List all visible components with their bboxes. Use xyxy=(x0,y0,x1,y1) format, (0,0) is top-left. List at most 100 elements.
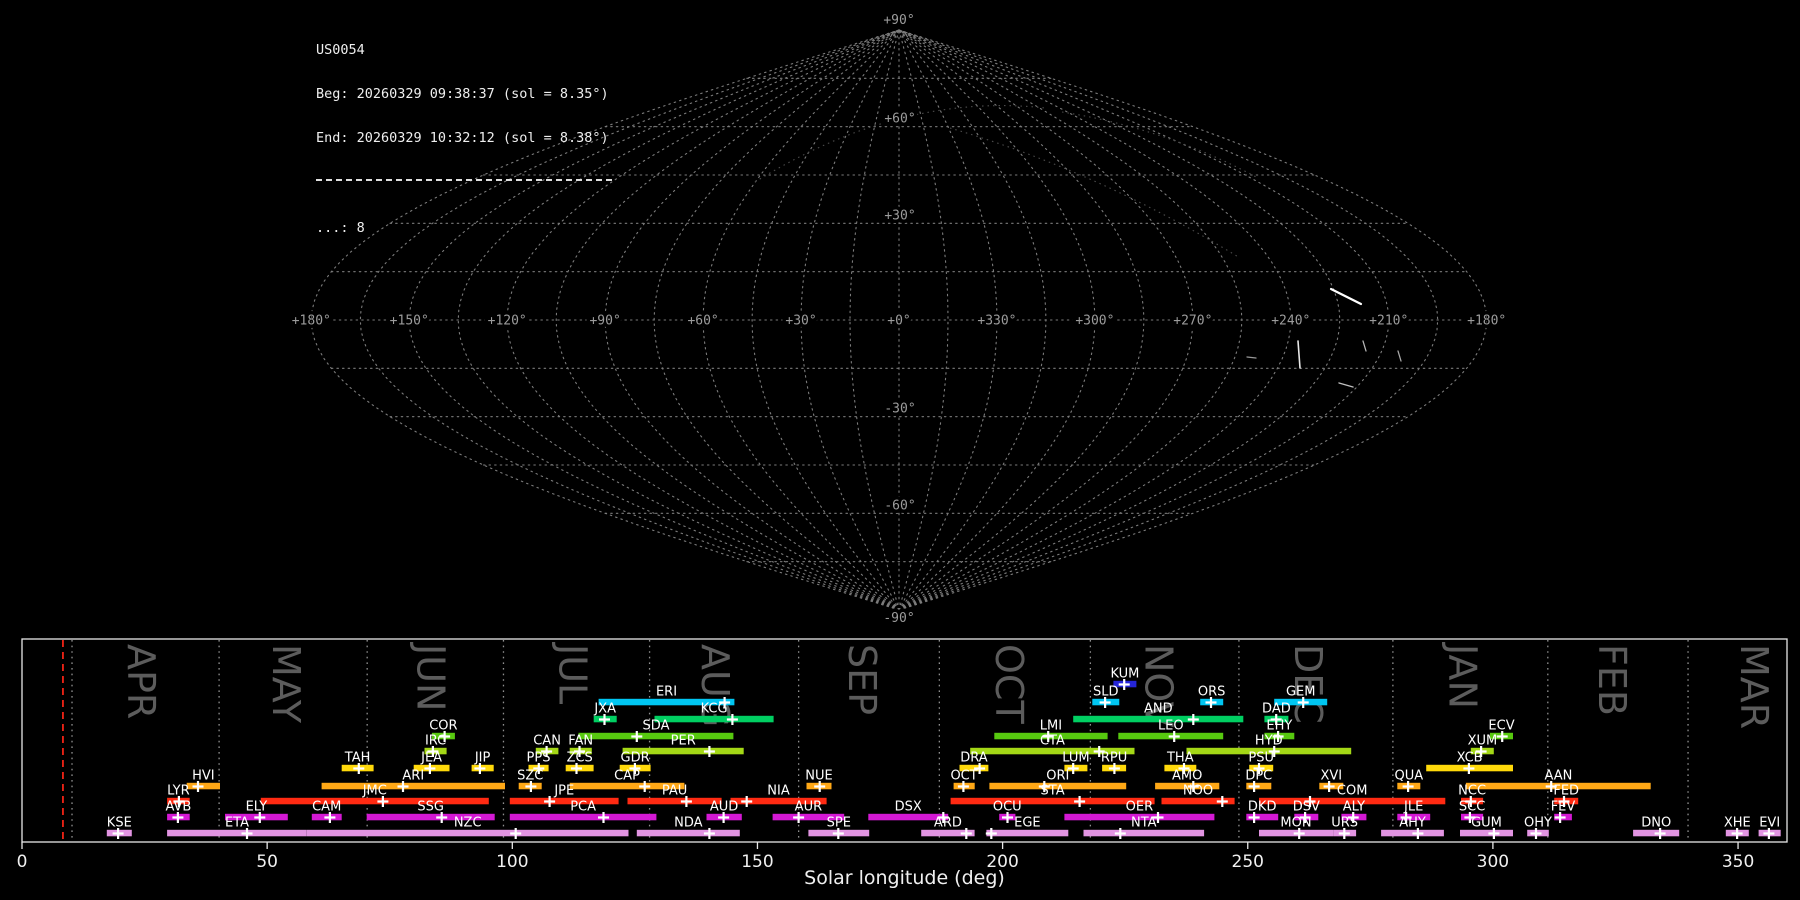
shower-code-label: KCG xyxy=(701,702,728,717)
x-axis-tick-label: 250 xyxy=(1232,852,1264,872)
shower-TAH: TAH xyxy=(342,751,374,775)
shower-row-9: KSEETANZCNDASPEARDEGENTAMONURSAHYGUMOHYD… xyxy=(107,816,1781,840)
x-axis-tick-label: 0 xyxy=(17,852,28,872)
activity-chart: APRMAYJUNJULAUGSEPOCTNOVDECJANFEBMARKUME… xyxy=(17,639,1787,889)
shower-code-label: DNO xyxy=(1641,816,1671,831)
shower-peak-cross xyxy=(1217,796,1228,807)
shower-code-label: KSE xyxy=(107,816,132,831)
shower-code-label: NTA xyxy=(1131,816,1157,831)
shower-row-6: HVIARISZCCAPNUEOCTORIAMODPCXVIQUAAAN xyxy=(187,769,1651,793)
end-time-line: End: 20260329 10:32:12 (sol = 8.38°) xyxy=(316,131,612,146)
pole-label-south: -90° xyxy=(883,611,914,626)
shower-code-label: DKD xyxy=(1248,800,1277,815)
longitude-label: +300° xyxy=(1075,314,1114,329)
shower-bar xyxy=(307,830,629,837)
shower-code-label: NDA xyxy=(674,816,703,831)
shower-code-label: PSU xyxy=(1248,751,1274,766)
shower-code-label: PER xyxy=(671,734,696,749)
shower-URS: URS xyxy=(1331,816,1358,840)
longitude-label: +0° xyxy=(887,314,910,329)
shower-code-label: ERI xyxy=(656,685,677,700)
shower-code-label: NOO xyxy=(1183,784,1213,799)
shower-code-label: SCC xyxy=(1459,800,1485,815)
shower-CAM: CAM xyxy=(312,800,342,824)
echo-count-line: ...: 8 xyxy=(316,221,612,236)
shower-code-label: AND xyxy=(1144,702,1173,717)
shower-code-label: ZCS xyxy=(567,751,593,766)
shower-bar xyxy=(655,716,774,723)
shower-peak-cross xyxy=(1115,828,1126,839)
shower-code-label: CAM xyxy=(312,800,341,815)
shower-peak-cross xyxy=(1188,714,1199,725)
meteor-trail-line xyxy=(1363,341,1366,351)
shower-peak-cross xyxy=(741,796,752,807)
echo-arc xyxy=(950,128,1240,258)
shower-SZC: SZC xyxy=(517,769,543,793)
shower-bar xyxy=(510,814,657,821)
month-label: APR xyxy=(119,644,163,719)
shower-XCB: XCB xyxy=(1426,751,1513,775)
meteor-trail-line xyxy=(1247,357,1256,358)
shower-code-label: DRA xyxy=(960,751,988,766)
shower-code-label: THA xyxy=(1166,751,1194,766)
meteor-trail-line xyxy=(1331,289,1361,304)
shower-code-label: FAN xyxy=(568,734,593,749)
month-label: OCT xyxy=(987,644,1031,724)
shower-code-label: SDA xyxy=(643,719,670,734)
shower-XHE: XHE xyxy=(1724,816,1751,840)
shower-code-label: HVI xyxy=(192,769,215,784)
x-axis: 050100150200250300350Solar longitude (de… xyxy=(17,842,1755,889)
shower-code-label: COM xyxy=(1337,784,1368,799)
shower-code-label: ORI xyxy=(1046,769,1069,784)
month-label: JUN xyxy=(408,642,452,711)
shower-peak-cross xyxy=(961,828,972,839)
shower-peak-cross xyxy=(704,828,715,839)
shower-JIP: JIP xyxy=(472,751,494,775)
shower-SLD: SLD xyxy=(1092,685,1119,709)
shower-code-label: OHY xyxy=(1524,816,1552,831)
longitude-label: +120° xyxy=(488,314,527,329)
shower-code-label: NIA xyxy=(767,784,790,799)
shower-code-label: PCA xyxy=(570,800,596,815)
radiant-viewer-window: +90°-90°+60°+30°-30°-60°+180°+150°+120°+… xyxy=(0,0,1800,900)
shower-code-label: STA xyxy=(1041,784,1065,799)
shower-code-label: XUM xyxy=(1468,734,1498,749)
shower-code-label: CTA xyxy=(1040,734,1065,749)
shower-JXA: JXA xyxy=(593,702,616,726)
month-label: MAR xyxy=(1732,644,1776,729)
shower-code-label: JEA xyxy=(420,751,442,766)
x-axis-tick-label: 150 xyxy=(741,852,773,872)
shower-NUE: NUE xyxy=(805,769,832,793)
shower-peak-cross xyxy=(704,746,715,757)
shower-code-label: ELY xyxy=(246,800,268,815)
shower-AVB: AVB xyxy=(165,800,191,824)
longitude-label: +150° xyxy=(390,314,429,329)
shower-bar xyxy=(1460,830,1513,837)
shower-bar xyxy=(628,798,722,805)
shower-ARI: ARI xyxy=(322,769,505,793)
shower-code-label: AMO xyxy=(1172,769,1202,784)
shower-code-label: NCC xyxy=(1458,784,1486,799)
shower-code-label: IRC xyxy=(425,734,446,749)
shower-code-label: GUM xyxy=(1471,816,1502,831)
shower-code-label: COR xyxy=(429,719,457,734)
shower-OHY: OHY xyxy=(1524,816,1552,840)
shower-OCT: OCT xyxy=(950,769,977,793)
month-label: FEB xyxy=(1590,644,1634,716)
shower-ZCS: ZCS xyxy=(566,751,594,775)
shower-bar xyxy=(261,798,489,805)
month-label: JUL xyxy=(551,642,595,704)
shower-bar xyxy=(637,830,740,837)
shower-AHY: AHY xyxy=(1381,816,1444,840)
shower-code-label: EGE xyxy=(1014,816,1041,831)
latitude-label: -30° xyxy=(884,402,915,417)
shower-code-label: DPC xyxy=(1245,769,1272,784)
observation-info: US0054 Beg: 20260329 09:38:37 (sol = 8.3… xyxy=(316,13,612,266)
shower-code-label: PAU xyxy=(662,784,687,799)
shower-FEV: FEV xyxy=(1551,800,1576,824)
shower-code-label: XVI xyxy=(1320,769,1342,784)
shower-bar xyxy=(510,798,619,805)
month-label: MAY xyxy=(264,644,308,724)
meteor-trails xyxy=(1247,289,1401,387)
shower-DKD: DKD xyxy=(1246,800,1278,824)
